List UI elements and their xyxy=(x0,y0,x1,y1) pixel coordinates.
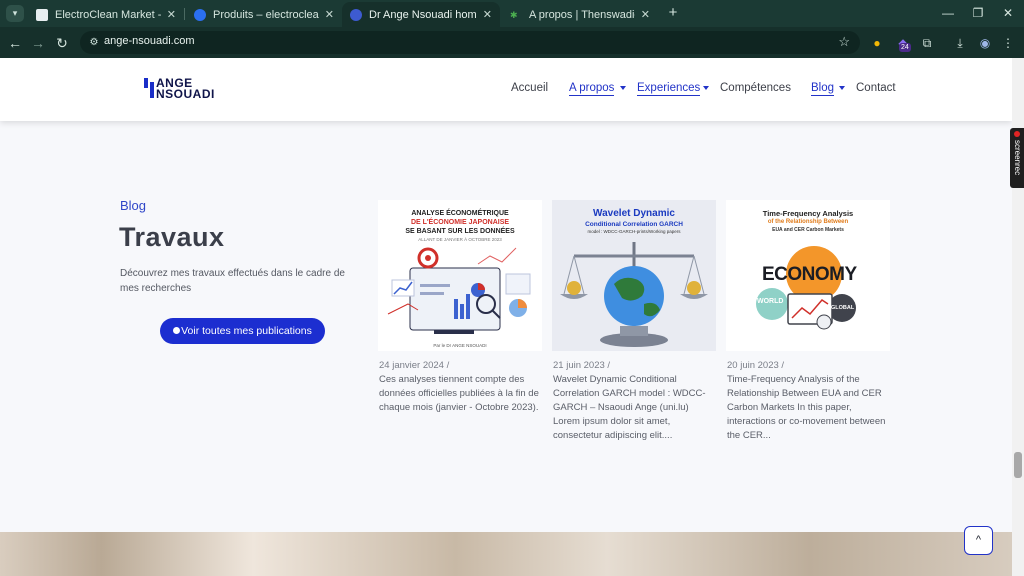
all-publications-button[interactable]: Voir toutes mes publications xyxy=(160,318,325,344)
thumb-caption: EUA and CER Carbon Markets xyxy=(772,227,844,233)
extension-icon[interactable]: ● xyxy=(868,34,886,52)
menu-dots-icon[interactable]: ⋮ xyxy=(999,34,1017,52)
download-icon[interactable]: ⤓ xyxy=(951,34,969,52)
web-page: ANGE NSOUADI Accueil A propos Experience… xyxy=(0,58,1012,576)
card-date: 24 janvier 2024 / xyxy=(379,360,450,371)
thumb-subtitle: Conditional Correlation GARCH xyxy=(585,221,683,228)
card-thumbnail[interactable]: Time-Frequency Analysis of the Relations… xyxy=(726,200,890,351)
bookmark-star-icon[interactable]: ☆ xyxy=(838,34,850,50)
thumb-subtitle: ALLANT DE JANVIER À OCTOBRE 2023 xyxy=(418,237,502,242)
thumb-title: Time-Frequency Analysis xyxy=(762,209,854,218)
favicon-icon xyxy=(194,8,206,21)
thumb-footer: Par le Dr ANGE NSOUADI xyxy=(433,343,487,348)
browser-tabstrip: ▾ ElectroClean Market - Vision M ✕ Produ… xyxy=(0,0,1024,27)
menu-contact[interactable]: Contact xyxy=(856,82,896,94)
chevron-down-icon xyxy=(703,86,709,90)
tab-title: Produits – electroclean xyxy=(213,8,319,21)
close-icon[interactable]: ✕ xyxy=(325,8,334,21)
forward-icon[interactable]: → xyxy=(28,33,48,53)
card-thumbnail[interactable]: ANALYSE ÉCONOMÉTRIQUE DE L'ÉCONOMIE JAPO… xyxy=(378,200,542,351)
scrollbar-thumb[interactable] xyxy=(1014,452,1022,478)
thumb-word-world: WORLD xyxy=(757,298,784,305)
favicon-icon: ✱ xyxy=(510,9,518,20)
economy-illustration xyxy=(756,246,856,330)
close-icon[interactable]: ✕ xyxy=(167,8,176,21)
site-info-icon[interactable]: ⚙ xyxy=(86,35,102,50)
menu-competences[interactable]: Compétences xyxy=(720,82,791,94)
site-logo[interactable]: ANGE NSOUADI xyxy=(143,76,219,101)
tab-search-icon[interactable]: ▾ xyxy=(6,5,24,22)
favicon-icon xyxy=(350,8,362,21)
section-intro: Découvrez mes travaux effectués dans le … xyxy=(120,268,345,294)
card-excerpt: Ces analyses tiennent compte des données… xyxy=(379,374,539,413)
restore-icon[interactable]: ❐ xyxy=(963,4,993,22)
plus-circle-icon xyxy=(173,327,181,334)
minimize-icon[interactable]: — xyxy=(933,4,963,22)
close-icon[interactable]: ✕ xyxy=(641,8,650,21)
thumb-title: Wavelet Dynamic xyxy=(593,208,675,219)
thumb-line: SE BASANT SUR LES DONNÉES xyxy=(405,228,515,235)
menu-blog[interactable]: Blog xyxy=(811,82,835,96)
extension-badge: 24 xyxy=(899,43,911,52)
logo-mark xyxy=(150,82,154,98)
tab-electroclean-market[interactable]: ElectroClean Market - Vision M ✕ xyxy=(28,2,184,27)
tab-separator xyxy=(184,8,185,20)
tab-thenswadicast[interactable]: ✱ A propos | Thenswadicast ✕ xyxy=(502,2,658,27)
url-text[interactable]: ange-nsouadi.com xyxy=(104,35,195,47)
card-excerpt: Time-Frequency Analysis of the Relations… xyxy=(727,374,886,441)
back-icon[interactable]: ← xyxy=(5,33,25,53)
menu-a-propos[interactable]: A propos xyxy=(569,82,615,96)
thumb-subtitle: of the Relationship Between xyxy=(767,219,849,225)
menu-accueil[interactable]: Accueil xyxy=(511,82,548,94)
tab-produits[interactable]: Produits – electroclean ✕ xyxy=(186,2,342,27)
chevron-down-icon xyxy=(620,86,626,90)
screenrec-label: screenrec xyxy=(1013,140,1022,176)
section-title: Travaux xyxy=(119,222,225,252)
analytics-illustration xyxy=(387,247,531,334)
thumb-title: ANALYSE ÉCONOMÉTRIQUE DE L'ÉCONOMIE JAPO… xyxy=(378,209,542,236)
menu-experiences[interactable]: Experiences xyxy=(637,82,701,96)
chevron-down-icon xyxy=(839,86,845,90)
thumb-word-global: GLOBAL xyxy=(831,305,855,311)
record-dot-icon xyxy=(1014,131,1020,137)
site-header: ANGE NSOUADI Accueil A propos Experience… xyxy=(0,58,1012,121)
scroll-to-top-button[interactable]: ^ xyxy=(964,526,993,555)
profile-avatar[interactable]: ◉ xyxy=(976,34,994,52)
screenrec-widget[interactable]: screenrec xyxy=(1010,128,1024,188)
tab-title: Dr Ange Nsouadi home - Ange xyxy=(369,8,477,21)
thumb-word-economy: ECONOMY xyxy=(762,264,857,285)
cta-label: Voir toutes mes publications xyxy=(181,325,312,337)
logo-mark xyxy=(144,78,148,88)
card-date: 20 juin 2023 / xyxy=(727,360,785,371)
tab-title: A propos | Thenswadicast xyxy=(529,8,635,21)
extensions-puzzle-icon[interactable]: ⧉ xyxy=(918,34,936,52)
close-icon[interactable]: ✕ xyxy=(483,8,492,21)
card-thumbnail[interactable]: Wavelet Dynamic Conditional Correlation … xyxy=(552,200,716,351)
reload-icon[interactable]: ↻ xyxy=(52,33,72,53)
logo-line2: NSOUADI xyxy=(156,87,215,101)
card-date: 21 juin 2023 / xyxy=(553,360,611,371)
scales-globe-illustration xyxy=(560,242,708,347)
favicon-icon xyxy=(36,8,48,21)
address-bar[interactable]: ⚙ ange-nsouadi.com ☆ xyxy=(80,31,860,54)
thumb-line: DE L'ÉCONOMIE JAPONAISE xyxy=(410,219,510,226)
footer-image-band xyxy=(0,532,1012,576)
close-window-icon[interactable]: ✕ xyxy=(993,4,1023,22)
section-label: Blog xyxy=(120,198,147,213)
tab-title: ElectroClean Market - Vision M xyxy=(55,8,161,21)
new-tab-button[interactable]: + xyxy=(664,4,682,22)
card-excerpt: Wavelet Dynamic Conditional Correlation … xyxy=(553,374,706,441)
tab-ange-nsouadi[interactable]: Dr Ange Nsouadi home - Ange ✕ xyxy=(342,2,500,27)
thumb-line: ANALYSE ÉCONOMÉTRIQUE xyxy=(411,210,509,217)
